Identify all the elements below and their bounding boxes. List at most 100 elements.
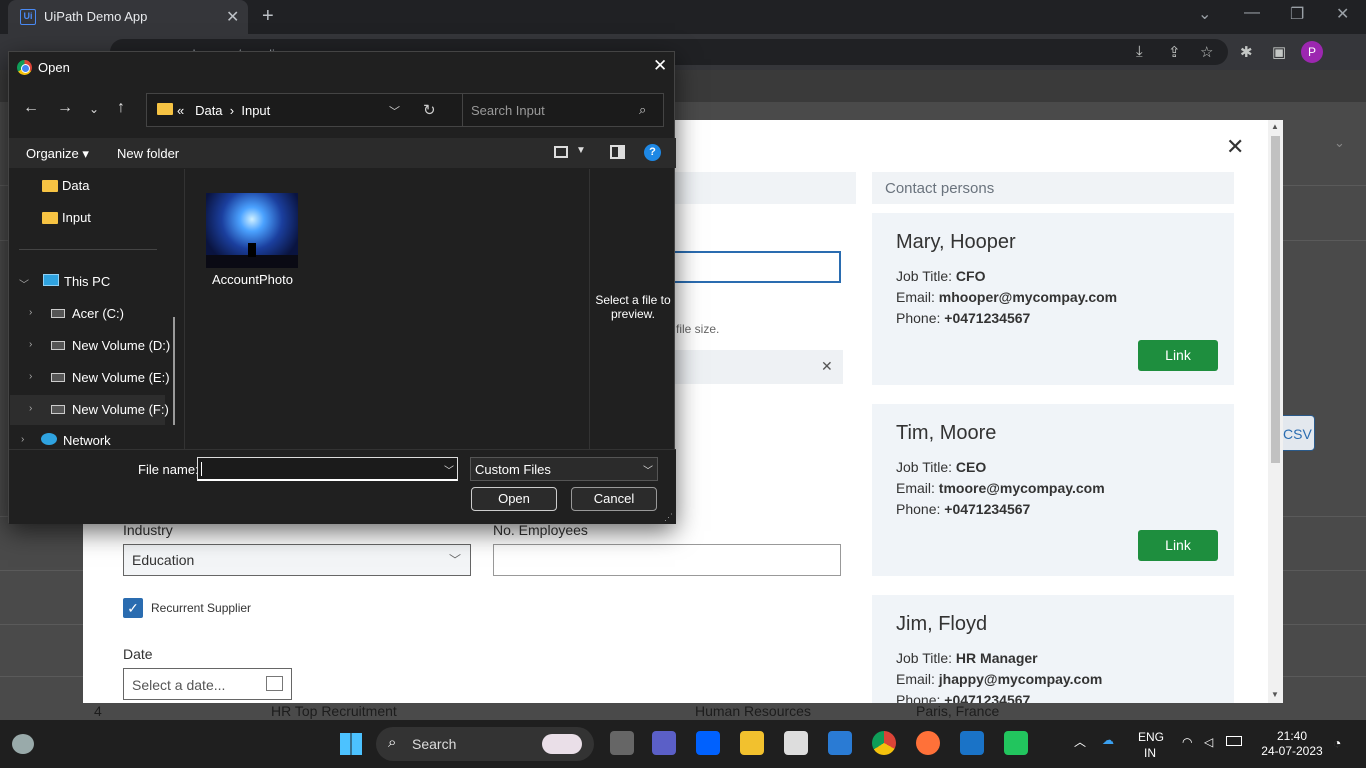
profile-avatar[interactable]: P: [1301, 41, 1323, 63]
battery-icon[interactable]: [1226, 736, 1242, 746]
extensions-icon[interactable]: ✱: [1240, 43, 1253, 61]
side-panel-icon[interactable]: ▣: [1272, 43, 1286, 61]
volume-icon[interactable]: ◁: [1204, 735, 1213, 749]
close-tab-icon[interactable]: ✕: [226, 7, 239, 27]
chevron-down-icon[interactable]: ﹀: [389, 103, 400, 119]
weather-icon[interactable]: [12, 734, 34, 754]
tree-scrollbar[interactable]: [173, 317, 175, 425]
view-icon[interactable]: [554, 146, 568, 158]
uipath-icon: Ui: [20, 9, 36, 25]
breadcrumb-overflow[interactable]: «: [177, 103, 184, 118]
uipath-studio-icon[interactable]: [960, 731, 984, 755]
minimize-icon[interactable]: —: [1244, 4, 1260, 22]
onedrive-icon[interactable]: ☁: [1102, 733, 1114, 747]
open-button[interactable]: Open: [471, 487, 557, 511]
tree-item-drive-d[interactable]: › New Volume (D:): [29, 338, 179, 360]
chevron-down-icon[interactable]: ﹀: [444, 462, 454, 477]
breadcrumb-data[interactable]: Data: [195, 103, 222, 118]
dropbox-icon[interactable]: [696, 731, 720, 755]
close-window-icon[interactable]: ✕: [1336, 4, 1349, 24]
tree-item-drive-f[interactable]: › New Volume (F:): [29, 402, 179, 424]
close-icon[interactable]: ✕: [653, 56, 667, 76]
chevron-down-icon[interactable]: ⌄: [1334, 135, 1345, 151]
dialog-search-input[interactable]: Search Input ⌕: [462, 93, 664, 127]
browser-tab[interactable]: Ui UiPath Demo App ✕: [8, 0, 248, 34]
tree-label: New Volume (F:): [72, 402, 169, 417]
chevron-right-icon[interactable]: ›: [29, 307, 32, 318]
scroll-up-icon[interactable]: ▲: [1271, 122, 1279, 131]
start-icon[interactable]: [340, 733, 362, 755]
language-label[interactable]: ENG: [1138, 730, 1164, 744]
close-icon[interactable]: ✕: [1226, 134, 1244, 160]
uipath-assistant-icon[interactable]: [1004, 731, 1028, 755]
filename-input[interactable]: ﹀: [197, 457, 458, 481]
table-row: 4 HR Top Recruitment Human Resources Par…: [0, 703, 1366, 721]
industry-select[interactable]: Education ﹀: [123, 544, 471, 576]
tree-item-drive-e[interactable]: › New Volume (E:): [29, 370, 179, 392]
name-input[interactable]: [661, 251, 841, 283]
firefox-icon[interactable]: [916, 731, 940, 755]
back-icon[interactable]: ←: [23, 99, 39, 117]
wifi-icon[interactable]: ◠: [1182, 735, 1192, 749]
recurrent-checkbox[interactable]: ✓: [123, 598, 143, 618]
chevron-up-icon[interactable]: ︿: [1074, 733, 1086, 750]
tree-item-network[interactable]: › Network: [21, 433, 171, 449]
chevron-right-icon[interactable]: ›: [29, 371, 32, 382]
filetype-select[interactable]: Custom Files ﹀: [470, 457, 658, 481]
scroll-thumb[interactable]: [1271, 136, 1280, 463]
cancel-button[interactable]: Cancel: [571, 487, 657, 511]
notification-icon[interactable]: ◔: [1333, 735, 1341, 751]
chevron-right-icon[interactable]: ›: [29, 403, 32, 414]
row-id: 4: [94, 703, 102, 719]
phone-line: Phone: +0471234567: [896, 501, 1030, 517]
recent-locations-icon[interactable]: ⌄: [89, 102, 99, 116]
share-icon[interactable]: ⇪: [1168, 43, 1181, 61]
link-button[interactable]: Link: [1138, 530, 1218, 561]
clock[interactable]: 21:40 24-07-2023: [1255, 729, 1329, 759]
tree-label: This PC: [64, 274, 111, 289]
chrome-icon[interactable]: [872, 731, 896, 755]
preview-pane-icon[interactable]: [610, 145, 625, 159]
tree-item-drive-c[interactable]: › Acer (C:): [29, 306, 179, 328]
file-explorer-icon[interactable]: [740, 731, 764, 755]
amazon-icon[interactable]: [784, 731, 808, 755]
store-icon[interactable]: [828, 731, 852, 755]
taskbar-search[interactable]: ⌕ Search: [376, 727, 594, 761]
bookmark-star-icon[interactable]: ☆: [1200, 43, 1213, 61]
file-upload-field[interactable]: ✕: [675, 350, 843, 384]
download-icon[interactable]: ⤓: [1136, 43, 1143, 60]
chevron-right-icon[interactable]: ›: [29, 339, 32, 350]
chrome-icon: [17, 60, 32, 75]
new-tab-button[interactable]: +: [262, 5, 274, 28]
chevron-down-icon[interactable]: ﹀: [19, 276, 29, 291]
resize-grip-icon[interactable]: ⋰: [664, 512, 673, 523]
teams-icon[interactable]: [652, 731, 676, 755]
employees-input[interactable]: [493, 544, 841, 576]
new-folder-button[interactable]: New folder: [117, 146, 179, 161]
link-button[interactable]: Link: [1138, 340, 1218, 371]
dialog-titlebar[interactable]: Open ✕: [9, 52, 676, 82]
refresh-icon[interactable]: ↻: [423, 101, 436, 119]
date-input[interactable]: Select a date...: [123, 668, 292, 700]
modal-scrollbar[interactable]: ▲ ▼: [1268, 120, 1283, 703]
up-icon[interactable]: ↑: [117, 99, 125, 117]
tree-item-this-pc[interactable]: ﹀ This PC: [19, 274, 169, 296]
file-name-label[interactable]: AccountPhoto: [195, 272, 310, 287]
chevron-right-icon[interactable]: ›: [21, 434, 24, 445]
breadcrumb-input[interactable]: Input: [241, 103, 270, 118]
help-icon[interactable]: ?: [644, 144, 661, 161]
organize-button[interactable]: Organize ▾: [26, 146, 89, 162]
clear-icon[interactable]: ✕: [821, 358, 833, 375]
export-csv-button[interactable]: CSV: [1278, 415, 1315, 451]
file-thumbnail[interactable]: [206, 193, 298, 268]
view-dropdown-icon[interactable]: ▼: [576, 145, 586, 156]
dialog-address-bar[interactable]: « Data › Input ﹀ ↻: [146, 93, 478, 127]
monitor-icon: [43, 274, 59, 286]
restore-icon[interactable]: ❐: [1290, 4, 1304, 24]
forward-icon[interactable]: →: [57, 99, 73, 117]
scroll-down-icon[interactable]: ▼: [1271, 690, 1279, 699]
calendar-icon[interactable]: [266, 676, 283, 691]
tab-search-icon[interactable]: ⌄: [1198, 4, 1211, 24]
task-view-icon[interactable]: [610, 731, 634, 755]
region-label[interactable]: IN: [1144, 746, 1156, 760]
